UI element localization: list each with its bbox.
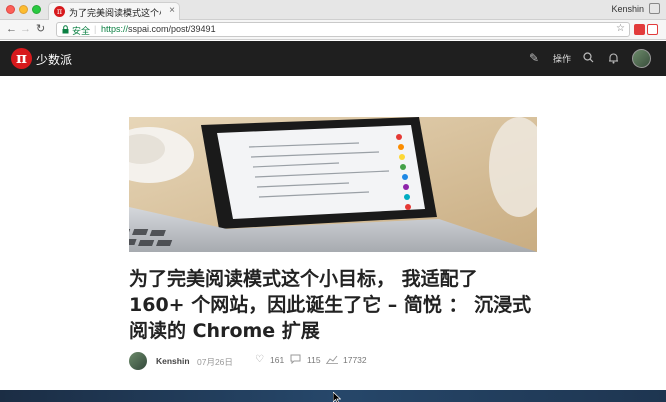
search-icon[interactable] — [583, 52, 594, 63]
article-title[interactable]: 为了完美阅读模式这个小目标， 我适配了 160+ 个网站，因此诞生了它 – 简悦… — [129, 266, 539, 344]
profile-name[interactable]: Kenshin — [611, 4, 644, 14]
url-scheme: https:// — [101, 24, 129, 34]
url-text: https://sspai.com/post/39491 — [101, 24, 216, 34]
address-bar-row: ← → ↻ 安全 | https://sspai.com/post/39491 … — [0, 20, 666, 40]
tab-title: 为了完美阅读模式这个小目标… — [69, 8, 161, 18]
browser-tab[interactable]: π 为了完美阅读模式这个小目标… × — [48, 2, 180, 20]
close-window-button[interactable] — [6, 5, 15, 14]
comments-count: 115 — [307, 355, 321, 365]
site-name[interactable]: 少数派 — [36, 51, 72, 68]
user-avatar[interactable] — [632, 49, 651, 68]
lock-icon — [62, 25, 69, 34]
author-name[interactable]: Kenshin — [156, 356, 190, 366]
bookmark-star-icon[interactable]: ☆ — [616, 23, 625, 34]
simpread-extension-icon[interactable] — [647, 24, 658, 35]
sspai-favicon-icon: π — [54, 6, 65, 17]
tab-close-icon[interactable]: × — [169, 5, 175, 17]
site-header: π 少数派 ✎ 操作 — [0, 41, 666, 76]
publish-date: 07月26日 — [197, 357, 233, 367]
operations-menu[interactable]: 操作 — [553, 52, 571, 65]
heart-icon[interactable]: ♡ — [255, 354, 264, 365]
article-meta: Kenshin 07月26日 ♡ 161 115 17732 — [129, 352, 539, 372]
forward-icon[interactable]: → — [20, 23, 31, 36]
likes-count: 161 — [270, 355, 285, 365]
extension-icon[interactable] — [634, 24, 645, 35]
pencil-icon[interactable]: ✎ — [529, 52, 539, 64]
article-page: 为了完美阅读模式这个小目标， 我适配了 160+ 个网站，因此诞生了它 – 简悦… — [0, 76, 666, 402]
fullscreen-icon[interactable] — [649, 3, 660, 14]
url-divider: | — [94, 24, 97, 34]
sspai-logo-icon[interactable]: π — [11, 48, 32, 69]
author-avatar[interactable] — [129, 352, 147, 370]
article-hero-image — [129, 117, 537, 252]
reload-icon[interactable]: ↻ — [36, 23, 45, 36]
maximize-window-button[interactable] — [32, 5, 41, 14]
bell-icon[interactable] — [608, 52, 619, 64]
secure-label: 安全 — [72, 26, 91, 36]
minimize-window-button[interactable] — [19, 5, 28, 14]
comment-icon[interactable] — [290, 354, 301, 364]
browser-tab-bar: π 为了完美阅读模式这个小目标… × Kenshin — [0, 0, 666, 20]
views-count: 17732 — [343, 355, 367, 365]
trend-icon — [326, 355, 338, 364]
url-path: sspai.com/post/39491 — [128, 24, 216, 34]
mouse-cursor-icon — [333, 392, 341, 402]
back-icon[interactable]: ← — [6, 23, 17, 36]
url-input[interactable]: 安全 | https://sspai.com/post/39491 ☆ — [56, 22, 630, 37]
